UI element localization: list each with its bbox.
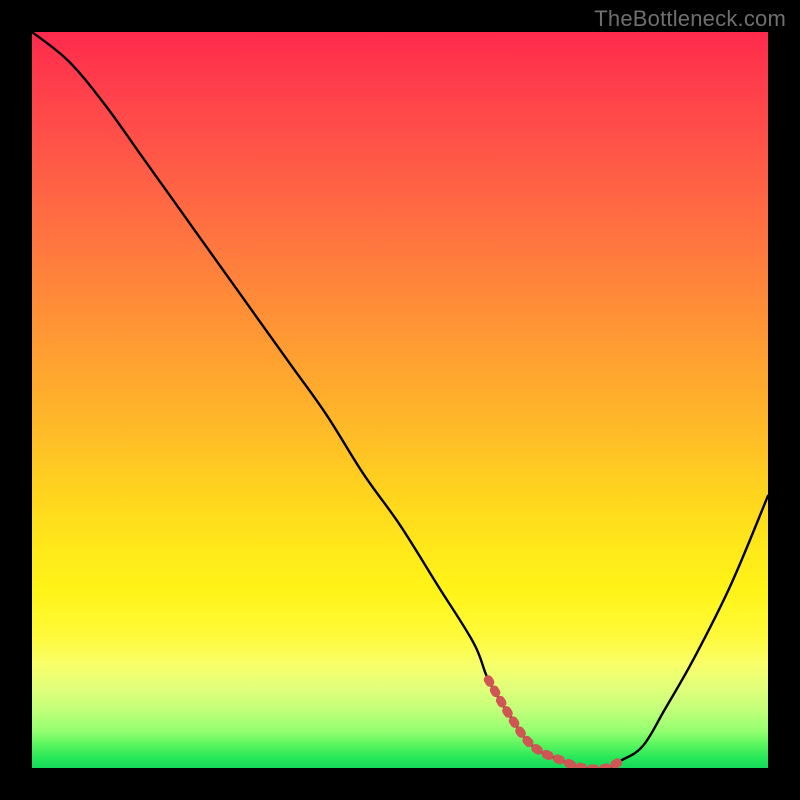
- watermark-text: TheBottleneck.com: [594, 6, 786, 32]
- optimal-range-highlight: [488, 680, 621, 768]
- curve-svg: [32, 32, 768, 768]
- gradient-plot-area: [32, 32, 768, 768]
- bottleneck-curve-path: [32, 32, 768, 768]
- chart-frame: TheBottleneck.com: [0, 0, 800, 800]
